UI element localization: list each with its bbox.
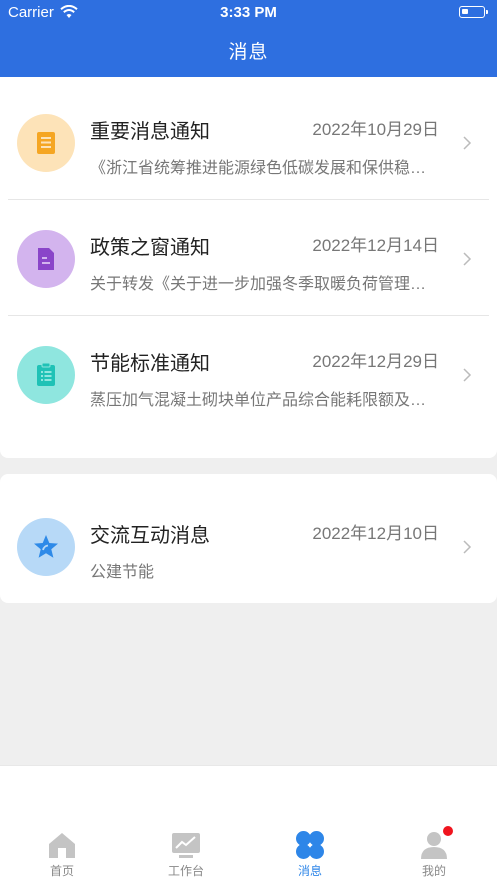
notification-list: 重要消息通知 2022年10月29日 《浙江省统筹推进能源绿色低碳发展和保供稳……: [0, 77, 497, 458]
tab-workbench[interactable]: 工作台: [146, 828, 226, 880]
notice-item-standard[interactable]: 节能标准通知 2022年12月29日 蒸压加气混凝土砌块单位产品综合能耗限额及…: [0, 309, 497, 425]
notice-date: 2022年12月10日: [312, 524, 439, 543]
receipt-icon: [37, 132, 55, 154]
clipboard-icon: [37, 362, 55, 386]
tab-label: 首页: [49, 864, 74, 878]
tab-profile[interactable]: 我的: [394, 828, 474, 880]
clipboard-icon-circle: [17, 346, 75, 404]
notice-date: 2022年10月29日: [312, 120, 439, 139]
notice-title: 政策之窗通知: [90, 237, 210, 259]
status-bar: Carrier 3:33 PM: [0, 0, 497, 26]
workbench-icon: [172, 833, 200, 858]
chevron-right-icon: [463, 252, 472, 266]
notice-summary: 公建节能: [90, 564, 155, 581]
notice-date: 2022年12月29日: [312, 352, 439, 371]
tab-messages[interactable]: 消息: [270, 828, 350, 880]
chevron-right-icon: [463, 136, 472, 150]
interaction-card: 交流互动消息 2022年12月10日 公建节能: [0, 474, 497, 603]
star-icon: [34, 535, 58, 558]
receipt-icon-circle: [17, 114, 75, 172]
battery-icon: [459, 6, 488, 18]
notice-title: 交流互动消息: [90, 525, 210, 547]
tab-home[interactable]: 首页: [22, 828, 102, 880]
home-icon: [49, 833, 75, 858]
star-icon-circle: [17, 518, 75, 576]
message-icon: [296, 831, 324, 859]
chevron-right-icon: [463, 368, 472, 382]
notice-title: 节能标准通知: [90, 353, 210, 375]
notice-summary: 关于转发《关于进一步加强冬季取暖负荷管理…: [90, 276, 427, 293]
chevron-right-icon: [463, 540, 472, 554]
header: Carrier 3:33 PM 消息: [0, 0, 497, 77]
document-icon-circle: [17, 230, 75, 288]
tab-label: 工作台: [167, 864, 204, 878]
notice-date: 2022年12月14日: [312, 236, 439, 255]
tab-bar: 首页 工作台 消息 我的: [0, 765, 497, 884]
document-icon: [38, 248, 54, 270]
notice-title: 重要消息通知: [90, 121, 210, 143]
notice-item-policy[interactable]: 政策之窗通知 2022年12月14日 关于转发《关于进一步加强冬季取暖负荷管理…: [0, 193, 497, 309]
notice-item-interaction[interactable]: 交流互动消息 2022年12月10日 公建节能: [0, 481, 497, 597]
notice-summary: 《浙江省统筹推进能源绿色低碳发展和保供稳…: [90, 160, 427, 177]
clock: 3:33 PM: [220, 4, 277, 21]
tab-label: 消息: [297, 864, 322, 878]
notice-item-important[interactable]: 重要消息通知 2022年10月29日 《浙江省统筹推进能源绿色低碳发展和保供稳…: [0, 77, 497, 193]
tab-label: 我的: [421, 864, 446, 878]
notification-badge: [443, 826, 453, 836]
notice-summary: 蒸压加气混凝土砌块单位产品综合能耗限额及…: [90, 392, 427, 409]
page-title: 消息: [228, 42, 269, 63]
